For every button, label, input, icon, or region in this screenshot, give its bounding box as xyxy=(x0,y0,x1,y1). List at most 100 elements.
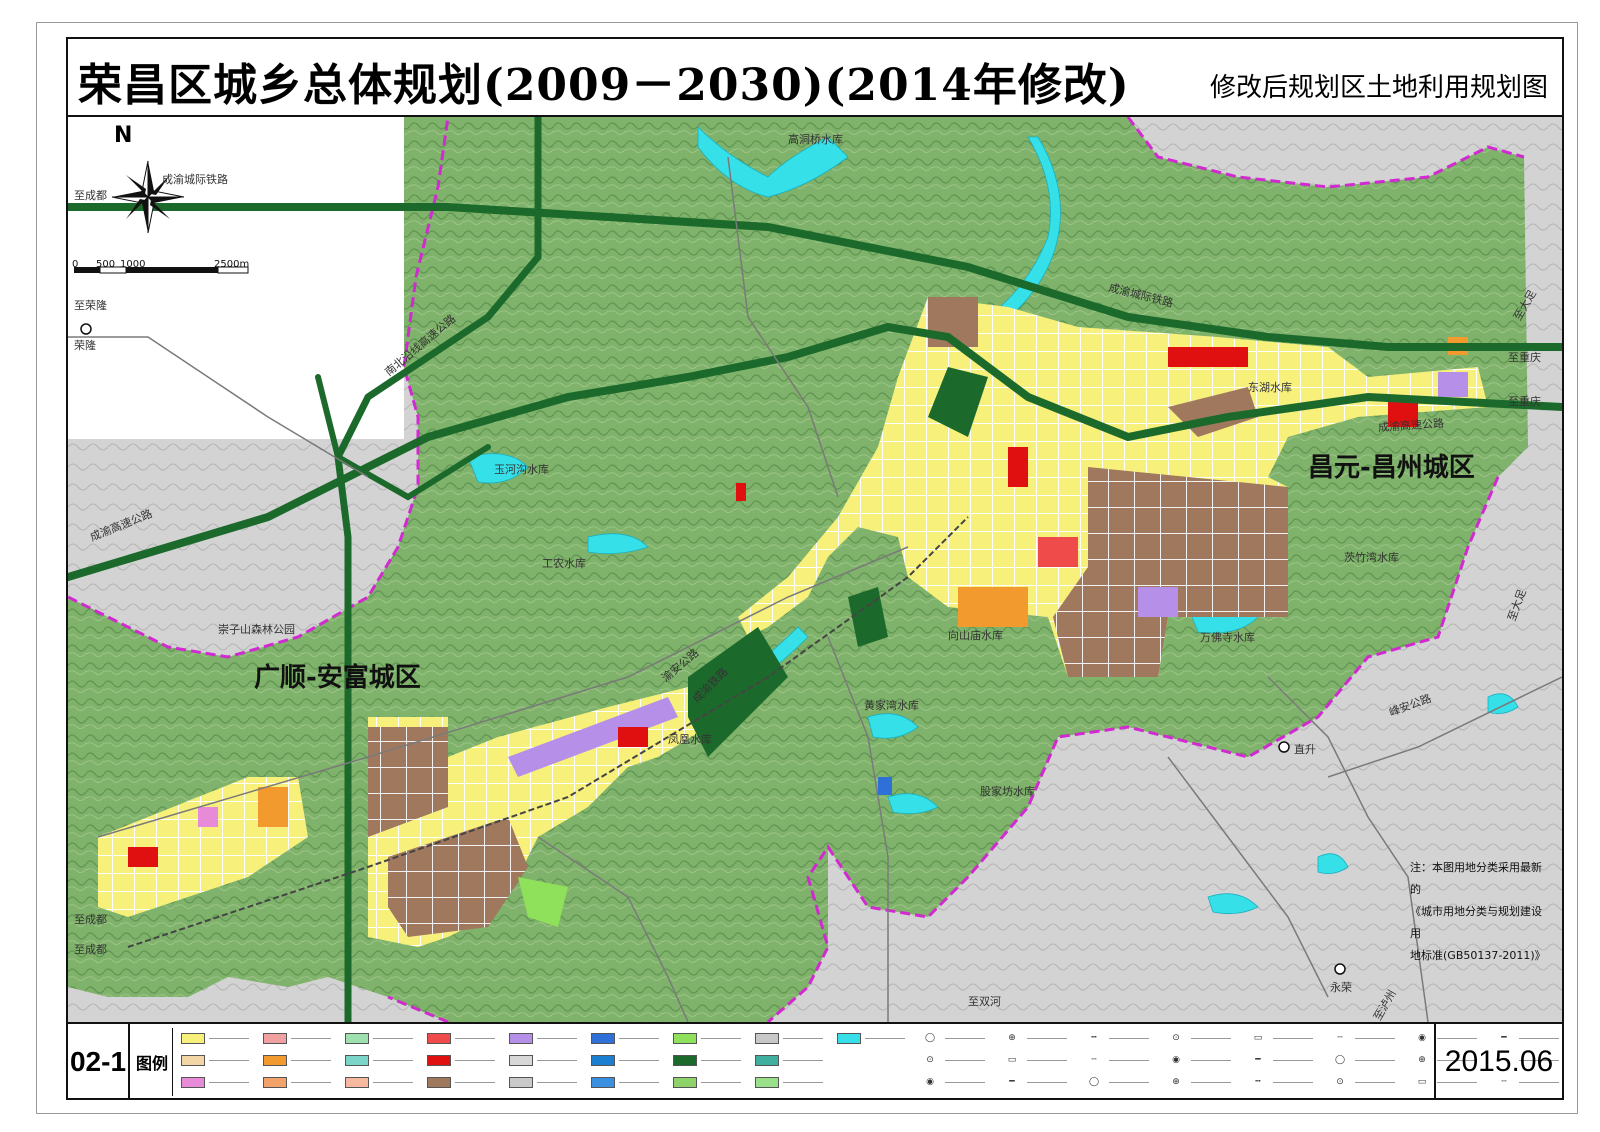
road-label: 至双河 xyxy=(968,995,1001,1008)
legend-symbol: ┅ xyxy=(1083,1030,1149,1046)
legend-swatch xyxy=(591,1074,659,1090)
legend-color-chip xyxy=(509,1032,533,1044)
water-label: 万佛寺水库 xyxy=(1200,631,1255,644)
road-label: 成渝城际铁路 xyxy=(162,173,228,186)
legend-swatch xyxy=(755,1030,823,1046)
legend-symbol-icon: ◉ xyxy=(1418,1033,1426,1043)
legend-swatch xyxy=(673,1030,741,1046)
place-label: 荣隆 xyxy=(74,339,96,352)
legend-color-chip xyxy=(263,1054,287,1066)
legend-swatch xyxy=(181,1030,249,1046)
legend-color-chip xyxy=(509,1076,533,1088)
road-label: 至重庆 xyxy=(1508,351,1541,364)
legend-symbol-icon: ╌ xyxy=(1091,1055,1097,1065)
legend-symbol-icon: ━ xyxy=(1255,1055,1261,1065)
legend-color-chip xyxy=(263,1032,287,1044)
legend-swatch xyxy=(755,1074,823,1090)
legend-symbol-icon: ◉ xyxy=(1172,1055,1180,1065)
road-label: 至荣隆 xyxy=(74,299,107,312)
scale-tick: 1000 xyxy=(120,259,146,270)
map-subtitle: 修改后规划区土地利用规划图 xyxy=(1209,73,1548,103)
legend-color-chip xyxy=(427,1076,451,1088)
water-label: 崇子山森林公园 xyxy=(218,623,295,636)
legend-symbol: ╌ xyxy=(1083,1052,1149,1068)
legend-symbol-icon: ⊕ xyxy=(1008,1033,1016,1043)
north-label: N xyxy=(114,123,133,148)
legend-color-chip xyxy=(345,1076,369,1088)
legend-symbol-icon: ⊙ xyxy=(1336,1077,1344,1087)
water-label: 股家坊水库 xyxy=(980,785,1035,798)
legend-label: 图例 xyxy=(136,1054,169,1073)
legend-symbol: ⊙ xyxy=(1165,1030,1231,1046)
legend-swatch xyxy=(837,1030,905,1046)
legend-color-chip xyxy=(755,1054,779,1066)
legend-symbol: ⊙ xyxy=(1329,1074,1395,1090)
legend-symbol: ╌ xyxy=(1329,1030,1395,1046)
water-label: 玉河沟水库 xyxy=(494,463,549,476)
road-label: 至成都 xyxy=(74,913,107,926)
legend-swatch xyxy=(345,1052,413,1068)
legend-symbol: ◯ xyxy=(1083,1074,1149,1090)
legend-color-chip xyxy=(591,1054,615,1066)
legend-color-chip xyxy=(181,1054,205,1066)
title-bar: 荣昌区城乡总体规划(2009－2030)(2014年修改) 修改后规划区土地利用… xyxy=(68,39,1562,117)
legend-swatch xyxy=(427,1052,495,1068)
scale-tick: 500 xyxy=(96,259,116,270)
legend-symbol-icon: ⊙ xyxy=(926,1055,934,1065)
note-line: 《城市用地分类与规划建设用 xyxy=(1410,905,1542,940)
legend-symbol: ⊕ xyxy=(1001,1030,1067,1046)
isolated-site xyxy=(736,483,746,501)
legend-color-chip xyxy=(755,1076,779,1088)
map-note: 注：本图用地分类采用最新的 《城市用地分类与规划建设用 地标准(GB50137-… xyxy=(1410,857,1548,967)
legend-bar: 02-1 图例 ◯ ⊙ ◉ ⊕ ▭ ━ ┅ ╌ ◯ ⊙ ◉ ⊕ ▭ ━ ┅ ╌ ◯ ⊙ ◉ ⊕ ▭ ━ ┅ ╌ 2015.06 xyxy=(68,1024,1562,1100)
sheet-number: 02-1 xyxy=(68,1024,130,1100)
legend-color-chip xyxy=(591,1076,615,1088)
water-label: 东湖水库 xyxy=(1248,381,1292,394)
map-date: 2015.06 xyxy=(1434,1024,1562,1100)
legend-color-chip xyxy=(427,1054,451,1066)
legend-swatch xyxy=(509,1052,577,1068)
legend-swatch xyxy=(181,1074,249,1090)
legend-symbol-icon: ◯ xyxy=(1088,1077,1100,1087)
legend-symbol: ┅ xyxy=(1247,1074,1313,1090)
legend-symbol-icon: ━ xyxy=(1009,1077,1015,1087)
legend-color-chip xyxy=(181,1076,205,1088)
legend-swatch xyxy=(509,1074,577,1090)
legend-symbol-icon: ⊙ xyxy=(1172,1033,1180,1043)
legend-color-chip xyxy=(345,1054,369,1066)
legend-swatch xyxy=(345,1074,413,1090)
legend-symbol-icon: ◉ xyxy=(926,1077,934,1087)
legend-color-chip xyxy=(181,1032,205,1044)
isolated-site-2 xyxy=(878,777,892,795)
legend-swatch xyxy=(181,1052,249,1068)
legend-symbol-icon: ◯ xyxy=(1334,1055,1346,1065)
legend-color-chip xyxy=(837,1032,861,1044)
district-label-guangshun: 广顺-安富城区 xyxy=(254,663,421,693)
legend-symbol: ◉ xyxy=(1165,1052,1231,1068)
legend-color-chip xyxy=(591,1032,615,1044)
place-label: 永荣 xyxy=(1330,981,1352,994)
legend-symbol-icon: ▭ xyxy=(1007,1055,1017,1065)
legend-symbol: ◉ xyxy=(919,1074,985,1090)
legend-symbol-icon: ┅ xyxy=(1091,1033,1097,1043)
legend-swatch xyxy=(591,1052,659,1068)
legend-swatch xyxy=(509,1030,577,1046)
legend-swatch xyxy=(591,1030,659,1046)
legend-symbol: ⊕ xyxy=(1165,1074,1231,1090)
legend-symbol-icon: ▭ xyxy=(1253,1033,1263,1043)
water-label: 凤凰水库 xyxy=(668,733,712,746)
legend-swatch xyxy=(263,1052,331,1068)
legend-color-chip xyxy=(345,1032,369,1044)
legend-symbol: ━ xyxy=(1001,1074,1067,1090)
legend-symbol: ⊙ xyxy=(919,1052,985,1068)
legend-swatch xyxy=(673,1052,741,1068)
legend-color-chip xyxy=(509,1054,533,1066)
note-line: 注：本图用地分类采用最新的 xyxy=(1410,861,1542,896)
land-use-map-svg xyxy=(68,117,1562,1022)
water-label: 工农水库 xyxy=(542,557,586,570)
map-canvas[interactable]: N 0 500 1000 2500m 昌元-昌州城区 广顺-安富城区 荣隆 直升… xyxy=(68,117,1562,1024)
legend-symbol: ◯ xyxy=(919,1030,985,1046)
legend-symbol-icon: ⊕ xyxy=(1172,1077,1180,1087)
water-label: 高洞桥水库 xyxy=(788,133,843,146)
scale-tick: 0 xyxy=(72,259,79,270)
